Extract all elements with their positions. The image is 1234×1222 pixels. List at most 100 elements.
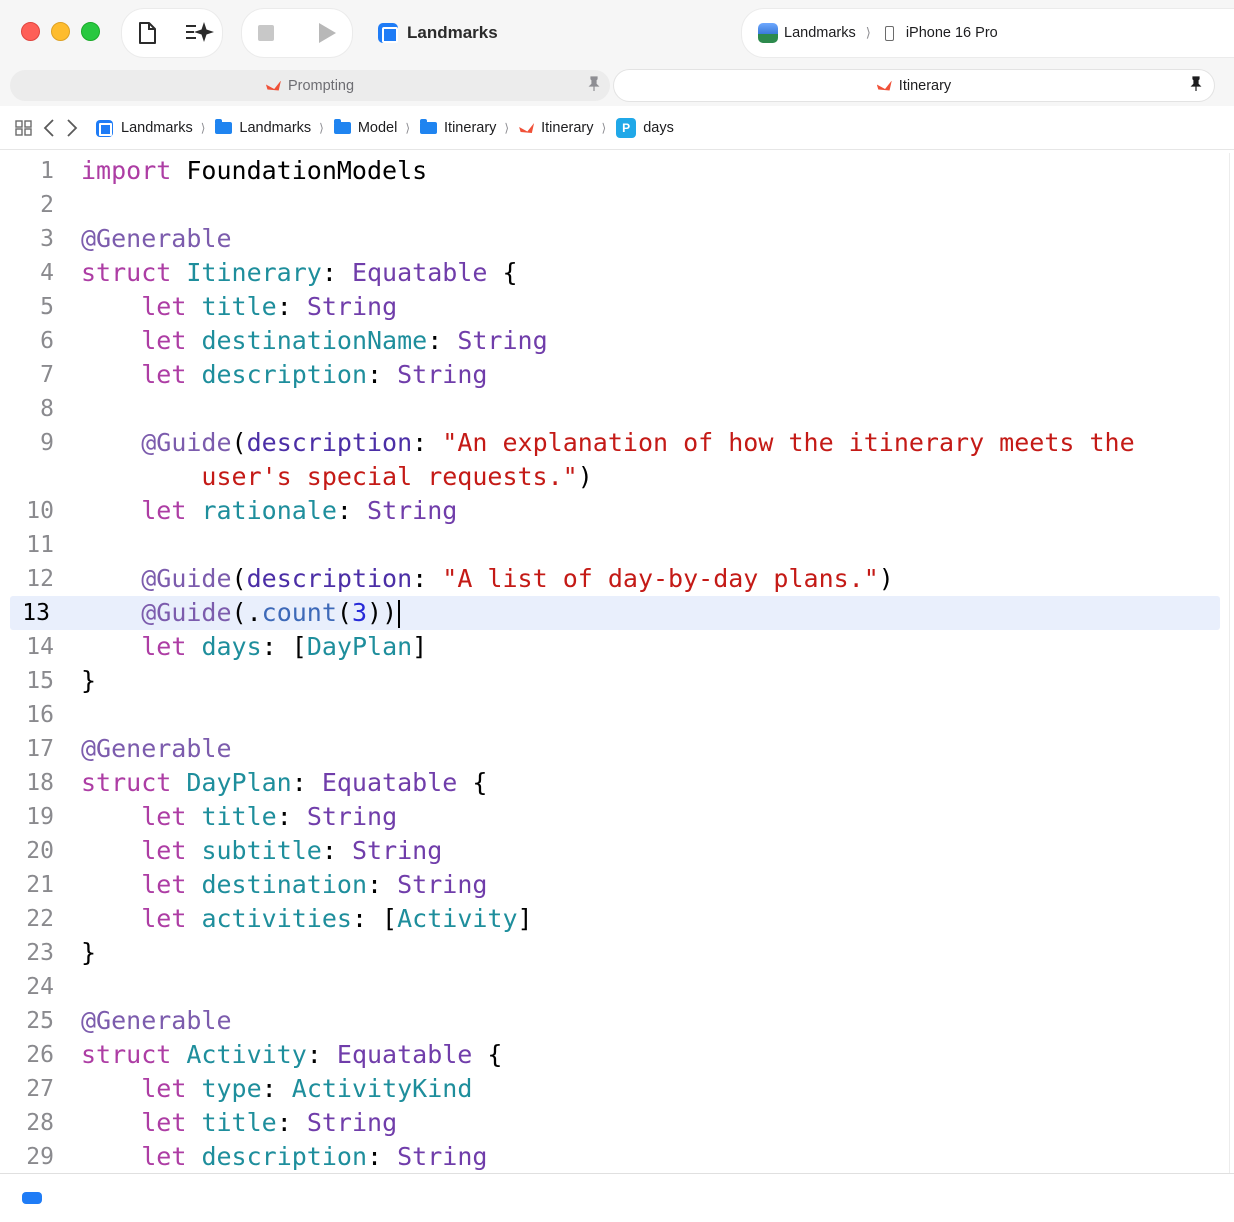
code-line[interactable]: 6 let destinationName: String (0, 324, 1234, 358)
code-line[interactable]: 2 (0, 188, 1234, 222)
code-token: DayPlan (186, 768, 292, 797)
line-number: 11 (26, 532, 54, 558)
breadcrumb-label: days (643, 120, 674, 136)
scheme-destination[interactable]: Landmarks ⟩ iPhone 16 Pro (758, 22, 998, 44)
tab-itinerary[interactable]: Itinerary (614, 70, 1214, 101)
pin-icon[interactable] (1190, 76, 1202, 92)
breadcrumb-label: Landmarks (239, 120, 312, 136)
code-token: struct (81, 1040, 187, 1069)
code-line[interactable]: 17 @Generable (0, 732, 1234, 766)
code-line[interactable]: 28 let title: String (0, 1106, 1234, 1140)
code-token: : (412, 564, 443, 593)
minimize-window-button[interactable] (51, 22, 70, 41)
code-token: Activity (186, 1040, 307, 1069)
scheme-label[interactable]: Landmarks (784, 25, 856, 41)
code-token: destinationName (201, 326, 428, 355)
breadcrumb-group-model[interactable]: Model (333, 119, 397, 136)
related-items-icon[interactable] (15, 120, 33, 136)
code-token: destination (201, 870, 368, 899)
code-token: String (397, 870, 488, 899)
code-token: String (351, 836, 443, 865)
destination-label[interactable]: iPhone 16 Pro (906, 25, 998, 41)
line-number: 5 (40, 294, 54, 320)
line-number: 15 (26, 668, 54, 694)
code-token: description (246, 564, 413, 593)
code-token: ] (412, 632, 428, 661)
code-line[interactable]: 11 (0, 528, 1234, 562)
code-line[interactable]: 9 @Guide(description: "An explanation of… (0, 426, 1234, 460)
code-line[interactable]: 10 let rationale: String (0, 494, 1234, 528)
swift-file-icon (519, 121, 535, 135)
code-token: @Guide (141, 564, 232, 593)
line-number: 6 (40, 328, 54, 354)
code-token: days (201, 632, 262, 661)
code-line[interactable]: 1 import FoundationModels (0, 154, 1234, 188)
breadcrumb-label: Itinerary (444, 120, 497, 136)
line-number: 23 (26, 940, 54, 966)
code-line[interactable]: 4 struct Itinerary: Equatable { (0, 256, 1234, 290)
code-line[interactable]: user's special requests.") (0, 460, 1234, 494)
code-line[interactable]: 21 let destination: String (0, 868, 1234, 902)
run-icon[interactable] (314, 21, 340, 45)
close-window-button[interactable] (21, 22, 40, 41)
code-text: } (81, 664, 96, 698)
code-line[interactable]: 23} (0, 936, 1234, 970)
breadcrumb-group-itinerary[interactable]: Itinerary (420, 119, 497, 136)
chevron-left-icon[interactable] (43, 118, 55, 138)
zoom-window-button[interactable] (81, 22, 100, 41)
code-line[interactable]: 12 @Guide(description: "A list of day-by… (0, 562, 1234, 596)
debug-area-toggle-icon[interactable] (22, 1192, 42, 1204)
code-line[interactable]: 15} (0, 664, 1234, 698)
code-line[interactable]: 27 let type: ActivityKind (0, 1072, 1234, 1106)
line-number: 26 (26, 1042, 54, 1068)
code-token: DayPlan (306, 632, 413, 661)
tab-prompting[interactable]: Prompting (10, 70, 610, 101)
breadcrumb-symbol-days[interactable]: P days (616, 118, 674, 138)
code-text: @Guide(.count(3)) (81, 596, 401, 630)
breadcrumb-file-itinerary[interactable]: Itinerary (519, 120, 593, 136)
code-token: } (81, 666, 97, 695)
code-line[interactable]: 24 (0, 970, 1234, 1004)
code-token: import (81, 156, 187, 185)
breadcrumb-project[interactable]: Landmarks (96, 119, 193, 137)
code-token: "An explanation of how the itinerary mee… (442, 428, 1135, 457)
code-text: let title: String (81, 800, 397, 834)
source-editor[interactable]: 1 import FoundationModels 2 3 @Generable 4 str… (0, 153, 1234, 1173)
tab-label: Prompting (287, 77, 355, 94)
code-token: ) (878, 564, 894, 593)
code-line[interactable]: 14 let days: [DayPlan] (0, 630, 1234, 664)
code-line[interactable]: 16 (0, 698, 1234, 732)
code-text: let title: String (81, 1106, 397, 1140)
code-text: let description: String (81, 358, 487, 392)
code-text: let destinationName: String (81, 324, 547, 358)
code-line[interactable]: 7 let description: String (0, 358, 1234, 392)
code-line[interactable]: 5 let title: String (0, 290, 1234, 324)
stop-icon[interactable] (254, 21, 278, 45)
pin-icon[interactable] (588, 76, 600, 92)
code-text: let activities: [Activity] (81, 902, 532, 936)
code-line[interactable]: 20 let subtitle: String (0, 834, 1234, 868)
chevron-right-icon[interactable] (66, 118, 78, 138)
document-icon[interactable] (134, 20, 160, 46)
code-line[interactable]: 8 (0, 392, 1234, 426)
code-line[interactable]: 22 let activities: [Activity] (0, 902, 1234, 936)
code-text: @Guide(description: "An explanation of h… (81, 426, 1135, 460)
breadcrumb-group-landmarks[interactable]: Landmarks (215, 119, 312, 136)
code-line[interactable]: 3 @Generable (0, 222, 1234, 256)
code-line[interactable]: 25 @Generable (0, 1004, 1234, 1038)
coding-assistant-icon[interactable] (184, 20, 216, 46)
code-line[interactable]: 18 struct DayPlan: Equatable { (0, 766, 1234, 800)
code-line[interactable]: 29 let description: String (0, 1140, 1234, 1173)
code-token: Activity (397, 904, 518, 933)
code-token: let (141, 632, 187, 661)
code-line[interactable]: 26 struct Activity: Equatable { (0, 1038, 1234, 1072)
code-token: String (397, 1142, 488, 1171)
line-number: 29 (26, 1144, 54, 1170)
current-code-line[interactable]: 13 @Guide(.count(3)) (10, 596, 1220, 630)
code-line[interactable]: 19 let title: String (0, 800, 1234, 834)
